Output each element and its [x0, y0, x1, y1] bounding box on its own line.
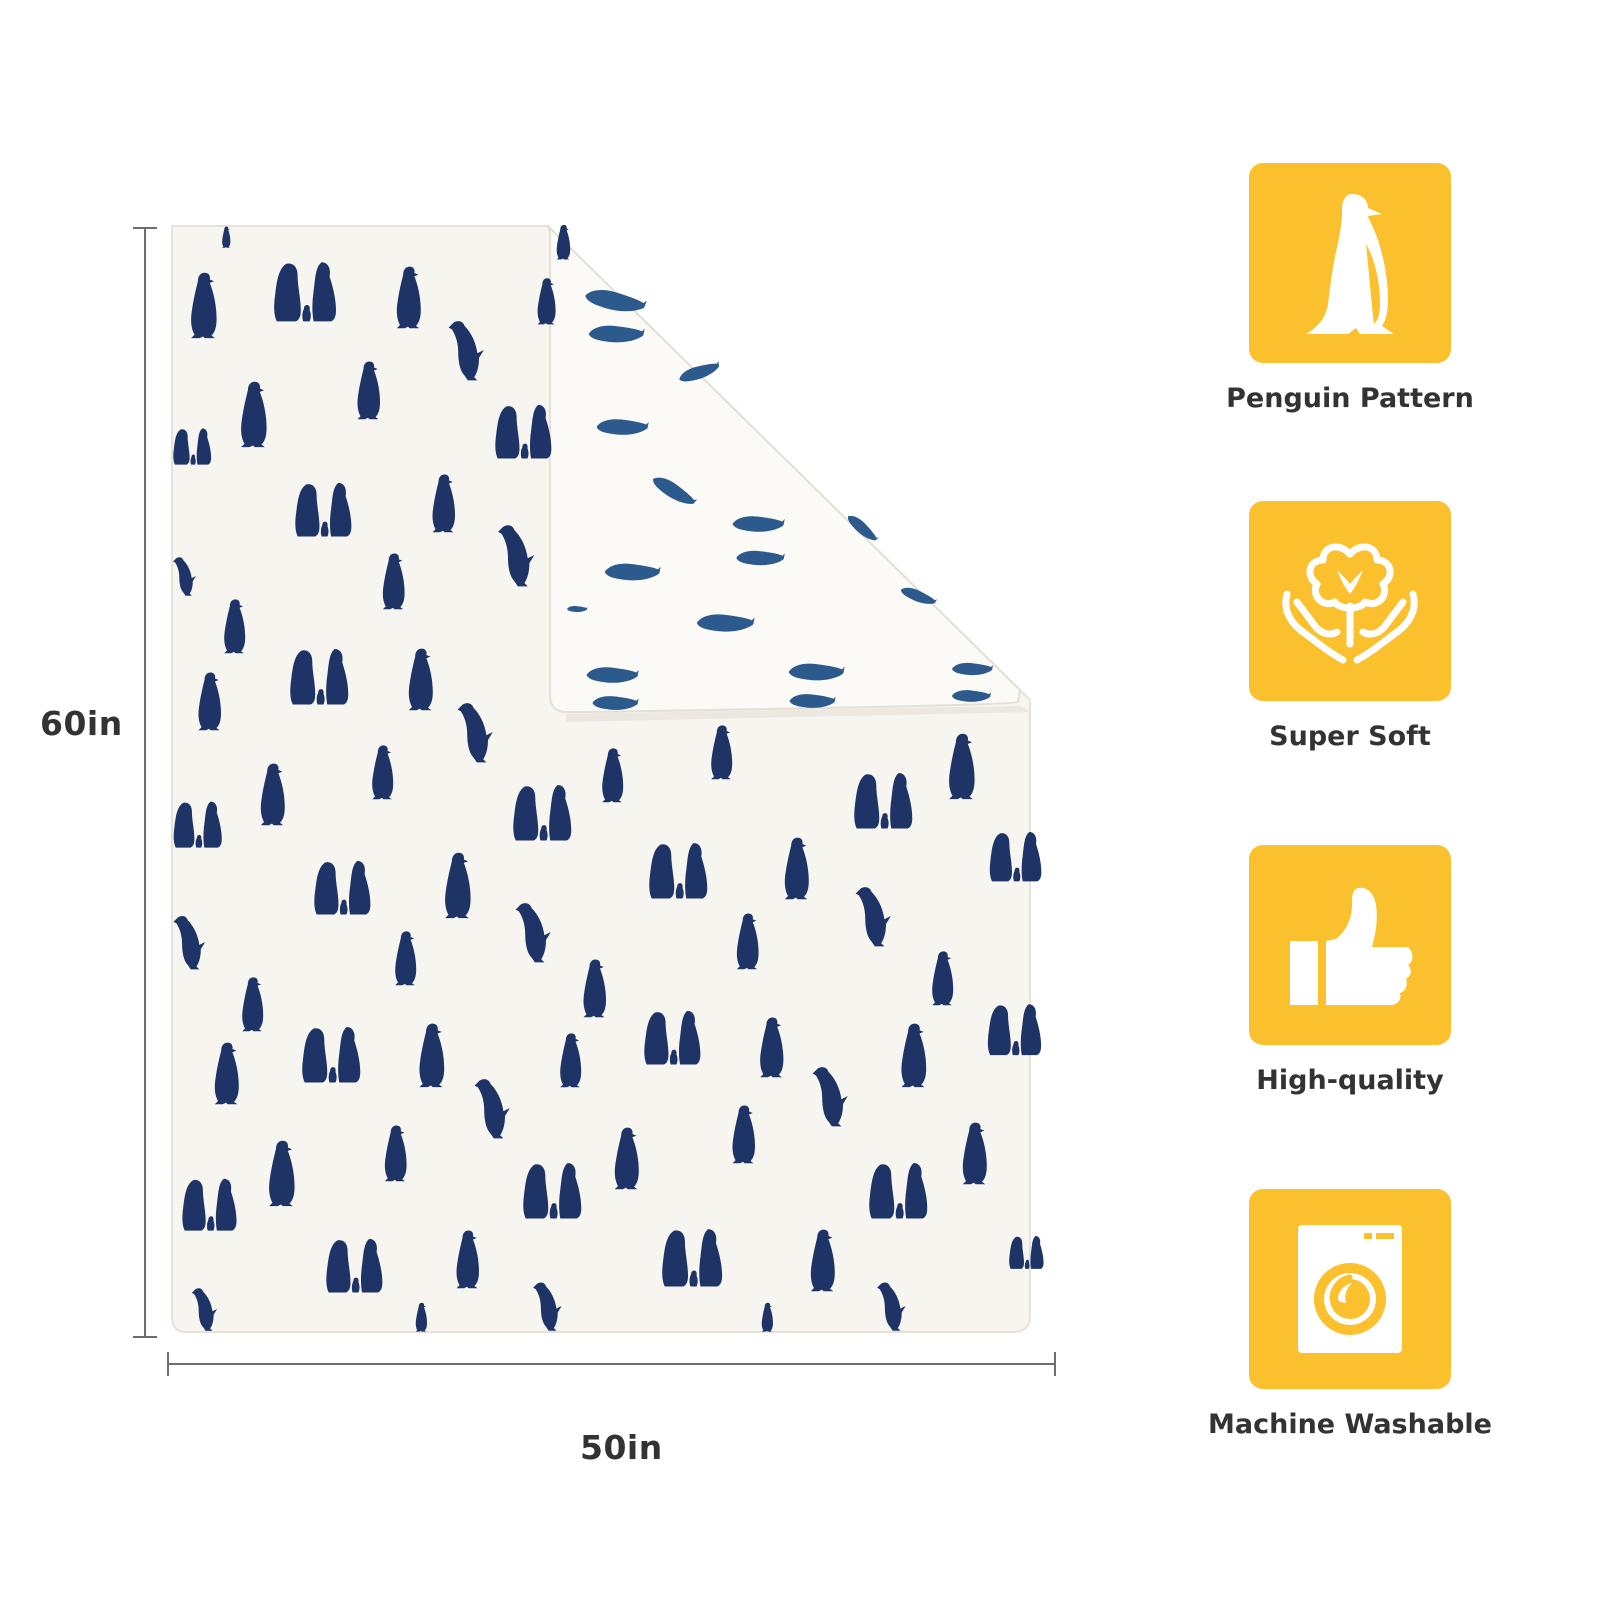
height-dimension-line — [144, 227, 146, 1337]
height-dimension-cap-top — [133, 227, 157, 229]
feature-tile — [1249, 163, 1451, 363]
cotton-hands-icon — [1282, 543, 1418, 664]
width-dimension-cap-left — [167, 1352, 169, 1376]
feature-tile — [1249, 1189, 1451, 1389]
feature-penguin-pattern: Penguin Pattern — [1180, 163, 1520, 414]
feature-super-soft: Super Soft — [1180, 501, 1520, 752]
feature-tile — [1249, 501, 1451, 701]
feature-machine-washable: Machine Washable — [1180, 1189, 1520, 1440]
feature-label: Super Soft — [1269, 721, 1431, 752]
height-dimension-cap-bottom — [133, 1336, 157, 1338]
feature-label: Penguin Pattern — [1226, 383, 1474, 414]
feature-tile — [1249, 845, 1451, 1045]
thumbs-up-icon — [1290, 887, 1413, 1005]
width-dimension-cap-right — [1054, 1352, 1056, 1376]
width-label: 50in — [580, 1428, 663, 1467]
penguin-icon — [1306, 194, 1394, 334]
height-label: 60in — [40, 704, 123, 743]
width-dimension-line — [167, 1363, 1055, 1365]
feature-high-quality: High-quality — [1180, 845, 1520, 1096]
feature-label: Machine Washable — [1208, 1409, 1492, 1440]
feature-label: High-quality — [1256, 1065, 1444, 1096]
washing-machine-icon — [1298, 1225, 1402, 1353]
